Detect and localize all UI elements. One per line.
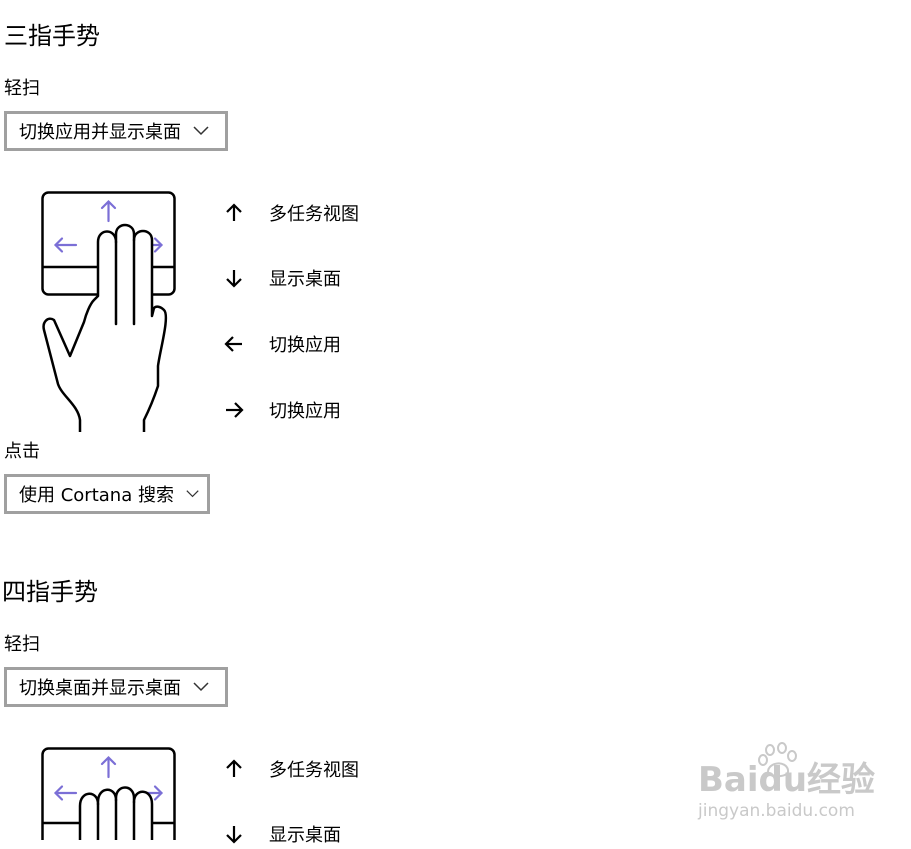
chevron-down-icon [193,126,209,136]
legend-text: 显示桌面 [269,269,341,290]
dropdown-value: 切换桌面并显示桌面 [19,678,181,699]
legend-item: 切换应用 [223,395,359,425]
hand-icon [42,223,168,432]
three-finger-swipe-dropdown[interactable]: 切换应用并显示桌面 [4,111,228,151]
arrow-down-icon [226,270,242,288]
dropdown-value: 切换应用并显示桌面 [19,122,181,143]
chevron-down-icon [193,682,209,692]
legend-text: 切换应用 [269,335,341,356]
three-finger-swipe-label: 轻扫 [4,78,40,99]
three-finger-tap-dropdown[interactable]: 使用 Cortana 搜索 [4,474,210,514]
four-finger-legend: 多任务视图 显示桌面 [223,753,359,849]
legend-item: 切换应用 [223,329,359,359]
four-finger-illustration [41,747,176,840]
watermark-brand: Baidu经验 [698,760,876,800]
baidu-watermark: Baidu经验 jingyan.baidu.com [698,742,878,832]
legend-item: 显示桌面 [223,263,359,293]
three-finger-tap-label: 点击 [4,441,40,462]
three-finger-illustration [41,191,176,432]
three-finger-title: 三指手势 [4,22,100,50]
legend-text: 多任务视图 [269,204,359,225]
four-finger-swipe-label: 轻扫 [4,634,40,655]
arrow-up-icon [226,203,242,221]
legend-item: 多任务视图 [223,197,359,229]
four-finger-swipe-dropdown[interactable]: 切换桌面并显示桌面 [4,667,228,707]
dropdown-value: 使用 Cortana 搜索 [19,485,174,506]
arrow-right-icon [226,402,244,418]
three-finger-legend: 多任务视图 显示桌面 切换应用 切换应用 [223,197,359,425]
legend-text: 切换应用 [269,401,341,422]
arrow-down-icon [226,826,242,844]
legend-item: 多任务视图 [223,753,359,785]
legend-item: 显示桌面 [223,819,359,849]
watermark-url: jingyan.baidu.com [698,801,855,821]
legend-text: 多任务视图 [269,760,359,781]
arrow-left-icon [224,336,242,352]
hand-icon [78,786,154,840]
arrow-up-icon [226,759,242,777]
four-finger-title: 四指手势 [2,578,98,606]
legend-text: 显示桌面 [269,825,341,846]
chevron-down-icon [186,490,199,498]
